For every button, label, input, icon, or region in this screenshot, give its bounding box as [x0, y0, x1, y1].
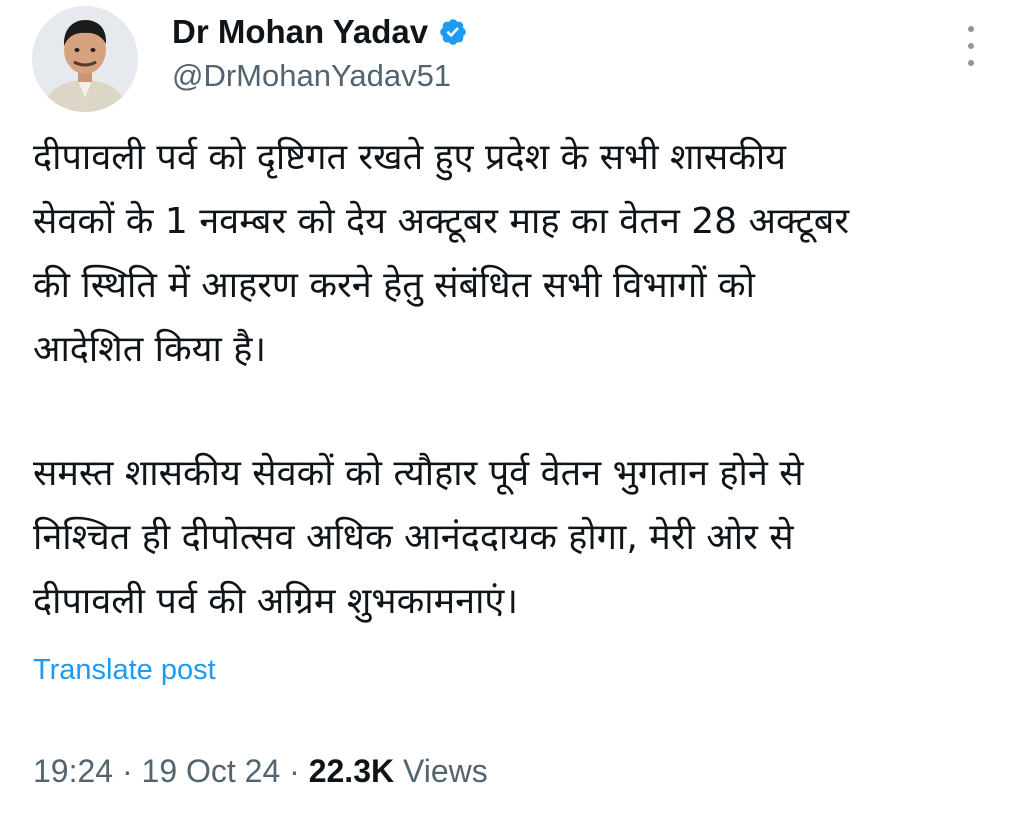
- views-label: Views: [402, 753, 488, 789]
- tweet-line: समस्त शासकीय सेवकों को त्यौहार पूर्व वेत…: [33, 453, 804, 494]
- translate-post-link[interactable]: Translate post: [33, 650, 216, 690]
- verified-badge-icon: [440, 19, 466, 45]
- tweet-text: दीपावली पर्व को दृष्टिगत रखते हुए प्रदेश…: [33, 126, 993, 634]
- meta-separator: ·: [289, 753, 300, 789]
- tweet-line: सेवकों के 1 नवम्बर को देय अक्टूबर माह का…: [33, 201, 850, 242]
- more-options-icon[interactable]: [958, 26, 984, 66]
- avatar-image: [32, 6, 138, 112]
- more-dot: [968, 43, 974, 49]
- avatar[interactable]: [32, 6, 138, 112]
- tweet-line: की स्थिति में आहरण करने हेतु संबंधित सभी…: [33, 265, 755, 306]
- tweet-paragraph-2: समस्त शासकीय सेवकों को त्यौहार पूर्व वेत…: [33, 442, 993, 634]
- tweet-line: निश्चित ही दीपोत्सव अधिक आनंददायक होगा, …: [33, 517, 794, 558]
- tweet-paragraph-1: दीपावली पर्व को दृष्टिगत रखते हुए प्रदेश…: [33, 126, 993, 382]
- author-handle[interactable]: @DrMohanYadav51: [172, 56, 451, 96]
- post-time[interactable]: 19:24: [33, 753, 113, 789]
- views-count: 22.3K: [308, 753, 395, 789]
- post-date[interactable]: 19 Oct 24: [142, 753, 281, 789]
- more-dot: [968, 26, 974, 32]
- author-display-name[interactable]: Dr Mohan Yadav: [172, 12, 428, 52]
- tweet-line: दीपावली पर्व को दृष्टिगत रखते हुए प्रदेश…: [33, 137, 787, 178]
- meta-separator: ·: [121, 753, 133, 789]
- more-dot: [968, 60, 974, 66]
- tweet-line: आदेशित किया है।: [33, 329, 267, 370]
- tweet-metadata: 19:24 · 19 Oct 24 · 22.3K Views: [33, 750, 488, 792]
- tweet-line: दीपावली पर्व की अग्रिम शुभकामनाएं।: [33, 581, 518, 622]
- author-display-name-row[interactable]: Dr Mohan Yadav: [172, 12, 468, 52]
